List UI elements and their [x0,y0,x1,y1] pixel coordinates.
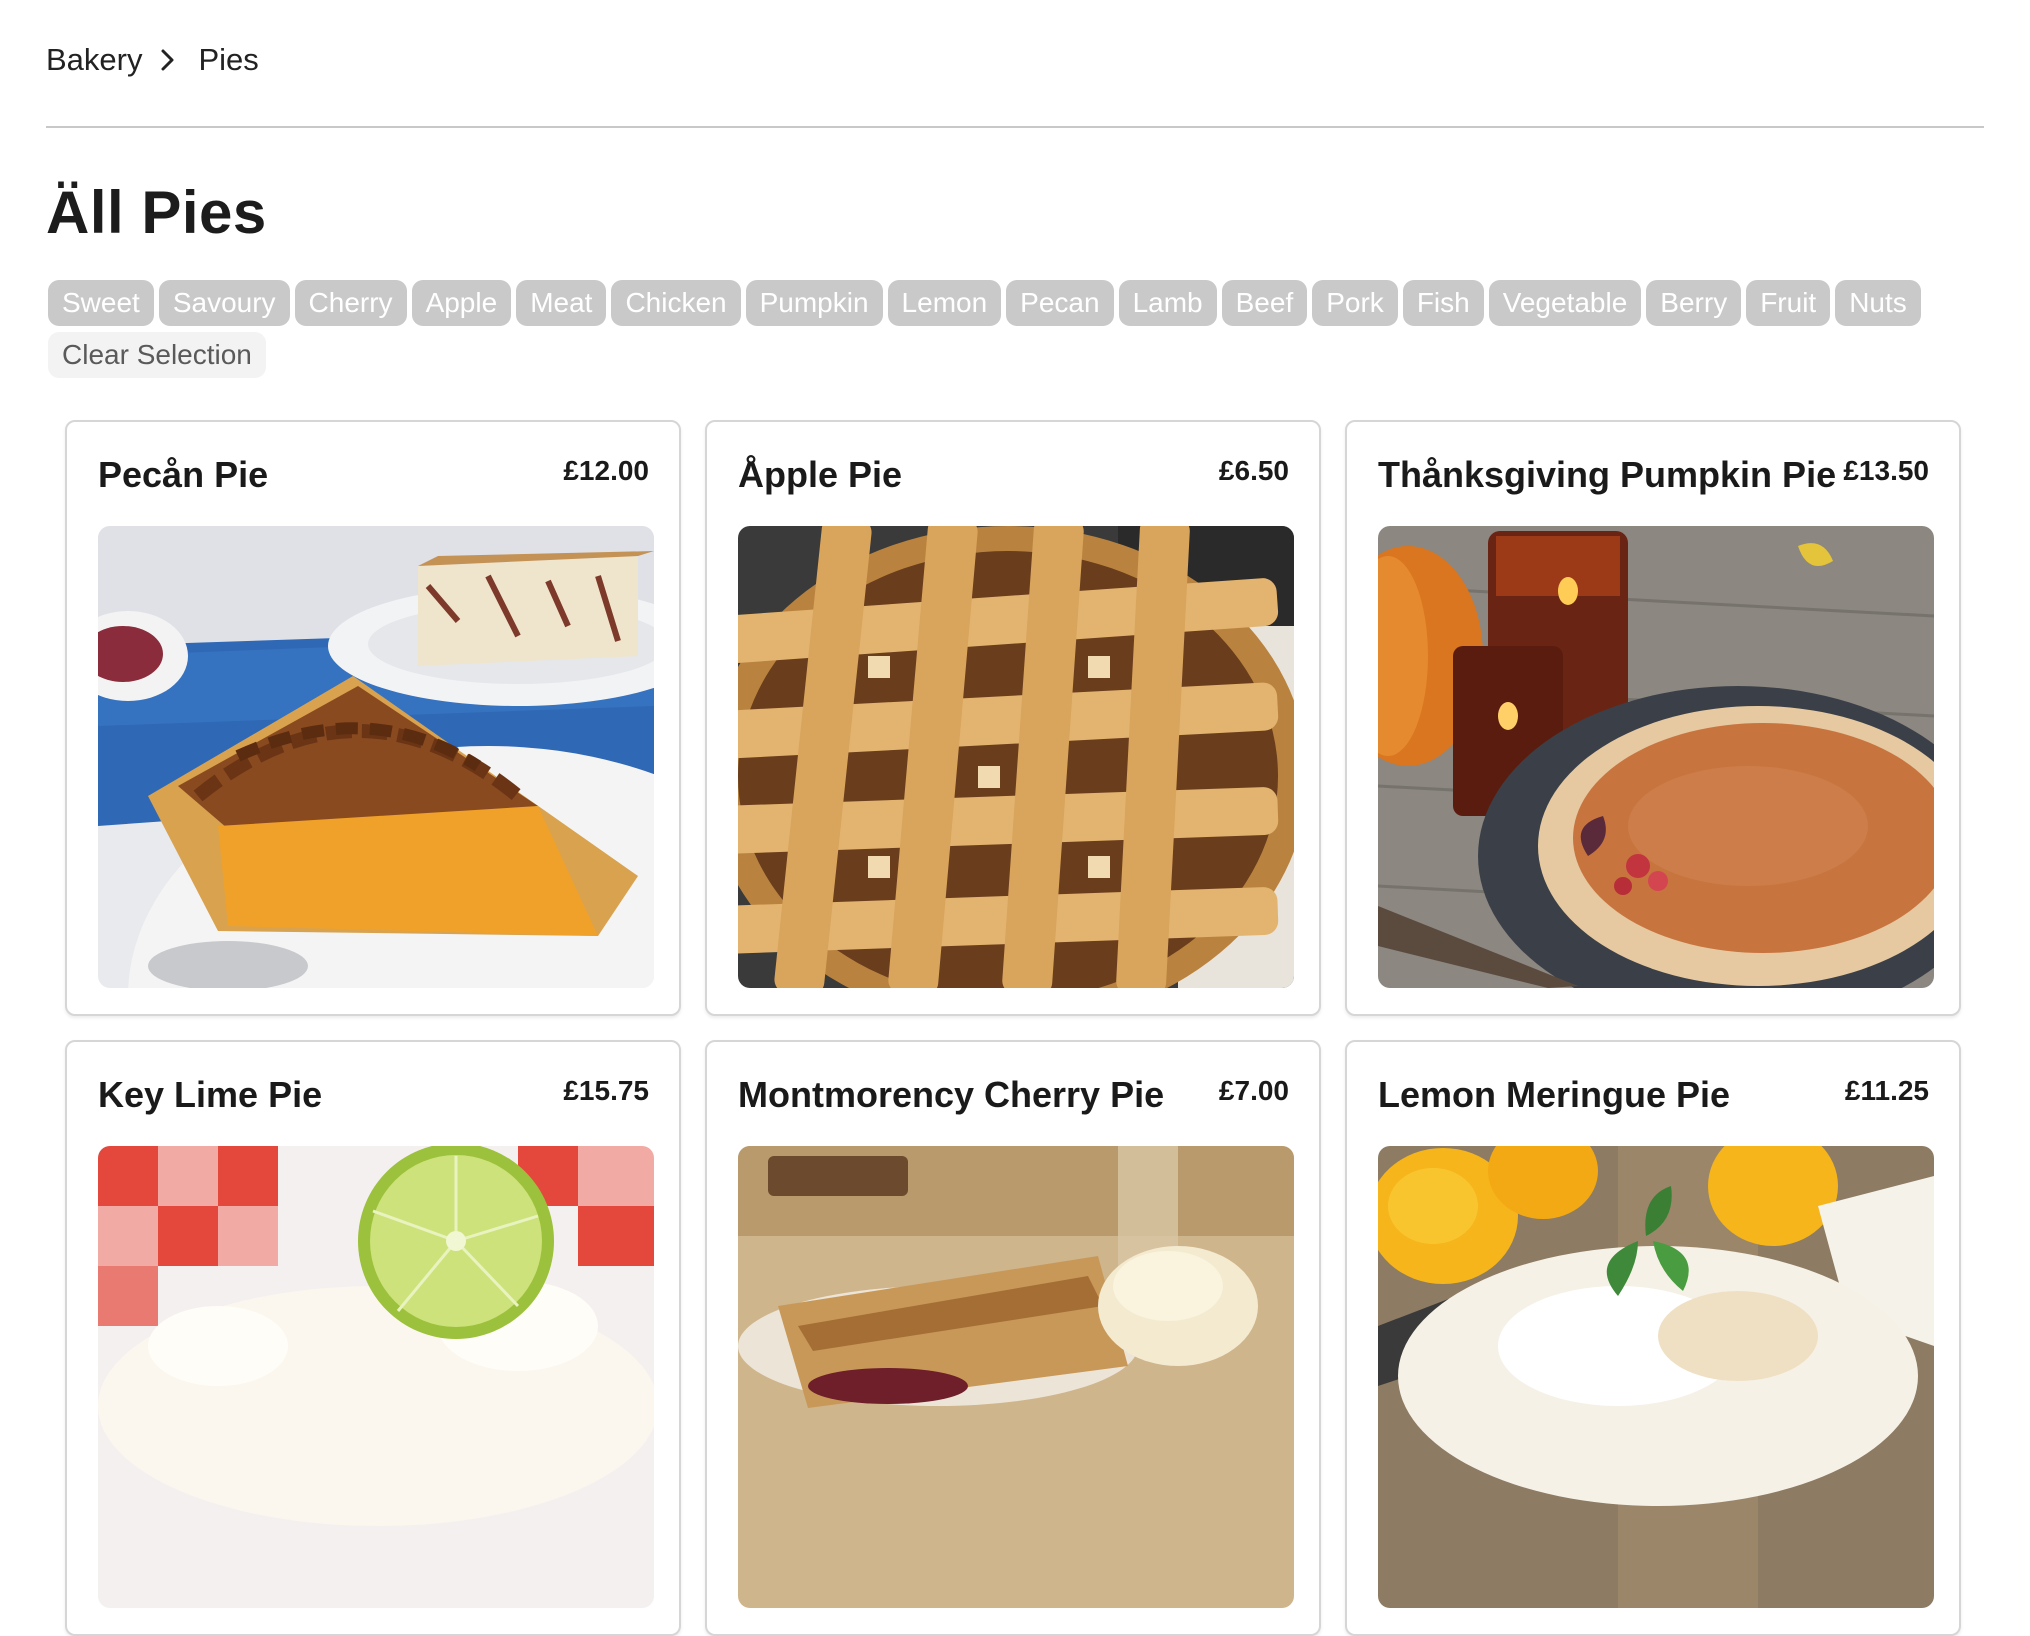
filter-chip-cherry[interactable]: Cherry [294,280,407,326]
chevron-right-icon [156,48,180,72]
breadcrumb-item-pies[interactable]: Pies [198,42,258,78]
product-price: £7.00 [1218,1075,1289,1106]
product-price: £12.00 [563,455,649,486]
product-name: Lemon Meringue Pie [1378,1074,1731,1115]
filter-chip-fruit[interactable]: Fruit [1746,280,1831,326]
filter-chip-chicken[interactable]: Chicken [611,280,741,326]
product-name: Pecån Pie [98,454,269,495]
product-card[interactable]: Key Lime Pie £15.75 [65,1040,681,1636]
product-card[interactable]: Åpple Pie £6.50 [705,420,1321,1016]
product-card[interactable]: Montmorency Cherry Pie £7.00 [705,1040,1321,1636]
filter-chip-berry[interactable]: Berry [1646,280,1742,326]
product-name: Thånksgiving Pumpkin Pie [1378,454,1837,495]
product-price: £11.25 [1844,1075,1929,1106]
clear-selection-button[interactable]: Clear Selection [48,332,266,378]
filter-chip-list: Sweet Savoury Cherry Apple Meat Chicken … [48,280,1988,378]
filter-chip-sweet[interactable]: Sweet [48,280,154,326]
filter-chip-savoury[interactable]: Savoury [158,280,290,326]
product-name: Montmorency Cherry Pie [738,1074,1165,1115]
filter-chip-lamb[interactable]: Lamb [1118,280,1217,326]
pumpkin-pie-photo [1378,526,1934,988]
product-price: £6.50 [1218,455,1289,486]
product-price: £13.50 [1843,455,1929,486]
breadcrumb: Bakery Pies [46,38,259,82]
breadcrumb-item-bakery[interactable]: Bakery [46,42,142,78]
key-lime-pie-photo [98,1146,654,1608]
apple-pie-photo [738,526,1294,988]
filter-chip-pecan[interactable]: Pecan [1006,280,1114,326]
filter-chip-lemon[interactable]: Lemon [887,280,1002,326]
filter-chip-meat[interactable]: Meat [516,280,607,326]
product-card[interactable]: Pecån Pie £12.00 [65,420,681,1016]
pecan-pie-photo [98,526,654,988]
filter-chip-fish[interactable]: Fish [1402,280,1484,326]
product-price: £15.75 [563,1075,649,1106]
product-card[interactable]: Lemon Meringue Pie £11.25 [1345,1040,1961,1636]
product-card[interactable]: Thånksgiving Pumpkin Pie £13.50 [1345,420,1961,1016]
product-name: Åpple Pie [738,454,903,495]
filter-chip-beef[interactable]: Beef [1221,280,1308,326]
product-name: Key Lime Pie [98,1074,323,1115]
page-title: Äll Pies [46,179,267,246]
filter-chip-apple[interactable]: Apple [411,280,512,326]
filter-chip-nuts[interactable]: Nuts [1835,280,1921,326]
filter-chip-vegetable[interactable]: Vegetable [1488,280,1642,326]
lemon-meringue-pie-photo [1378,1146,1934,1608]
filter-chip-pork[interactable]: Pork [1312,280,1398,326]
filter-chip-pumpkin[interactable]: Pumpkin [745,280,883,326]
cherry-pie-photo [738,1146,1294,1608]
divider [46,126,1984,128]
